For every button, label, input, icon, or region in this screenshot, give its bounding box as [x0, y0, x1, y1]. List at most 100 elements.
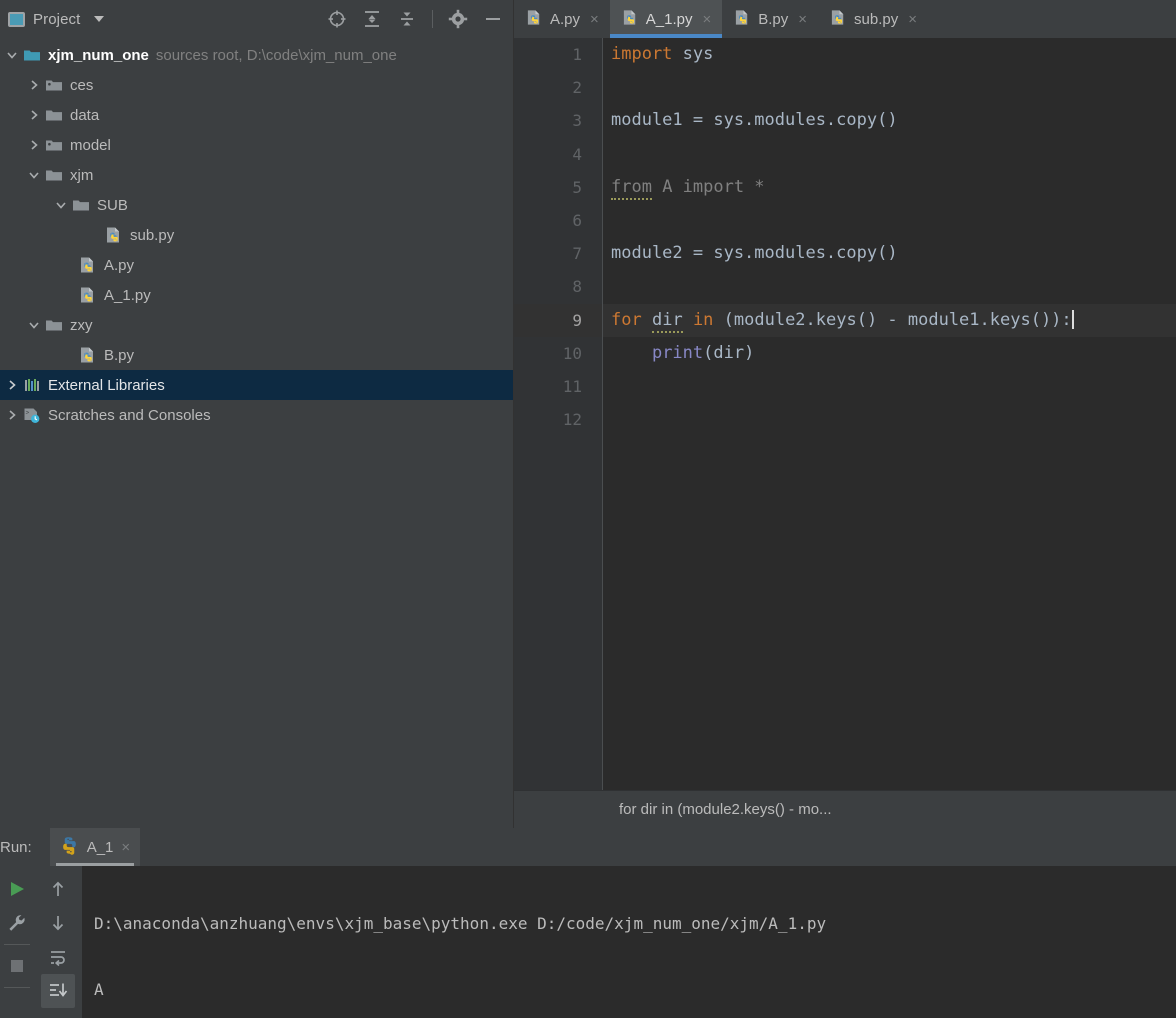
- tree-label: A.py: [104, 256, 135, 274]
- line-number: 7: [572, 244, 582, 264]
- run-panel-body: D:\anaconda\anzhuang\envs\xjm_base\pytho…: [0, 866, 1176, 1018]
- chevron-open-icon[interactable]: [24, 169, 44, 181]
- tree-item-scratches-and-consoles[interactable]: > Scratches and Consoles: [0, 400, 513, 430]
- tree-label: sub.py: [130, 226, 175, 244]
- project-panel-header: Project: [0, 0, 513, 38]
- tree-label: data: [70, 106, 100, 124]
- chevron-open-icon[interactable]: [24, 319, 44, 331]
- svg-text:>: >: [26, 409, 30, 416]
- scroll-to-end-icon[interactable]: [41, 974, 75, 1008]
- scratches-icon: >: [22, 407, 42, 424]
- line-number: 3: [572, 111, 582, 131]
- python-file-icon: [104, 226, 124, 244]
- console-line: D:\anaconda\anzhuang\envs\xjm_base\pytho…: [94, 914, 827, 933]
- run-tab-A_1[interactable]: A_1 ×: [49, 828, 141, 866]
- tree-item-zxy[interactable]: zxy: [0, 310, 513, 340]
- editor-tab-B-py[interactable]: B.py ×: [722, 0, 818, 38]
- chevron-right-icon[interactable]: [24, 79, 44, 91]
- stop-button[interactable]: [0, 949, 34, 983]
- external-libraries-icon: [22, 377, 42, 393]
- chevron-right-icon[interactable]: [24, 109, 44, 121]
- project-title-group[interactable]: Project: [0, 11, 105, 28]
- up-arrow-icon[interactable]: [41, 872, 75, 906]
- chevron-down-icon[interactable]: [94, 16, 105, 22]
- editor-tab-sub-py[interactable]: sub.py ×: [818, 0, 928, 38]
- run-side-toolbar-secondary: [34, 866, 82, 1018]
- run-panel-header: Run: A_1 ×: [0, 828, 1176, 866]
- editor-tab-A-py[interactable]: A.py ×: [514, 0, 610, 38]
- chevron-right-icon[interactable]: [24, 139, 44, 151]
- python-file-icon: [78, 286, 98, 304]
- tree-item-xjm_num_one[interactable]: xjm_num_one sources root, D:\code\xjm_nu…: [0, 40, 513, 70]
- hide-panel-icon[interactable]: [483, 9, 503, 29]
- tree-label: A_1.py: [104, 286, 151, 304]
- console-line: A: [94, 980, 104, 999]
- settings-gear-icon[interactable]: [448, 9, 468, 29]
- close-icon[interactable]: ×: [702, 11, 711, 28]
- folder-icon: [71, 198, 91, 213]
- run-button[interactable]: [0, 872, 34, 906]
- code-line-3: module1 = sys.modules.copy(): [611, 110, 898, 131]
- tree-meta: sources root, D:\code\xjm_num_one: [155, 46, 397, 64]
- code-lines[interactable]: import sys module1 = sys.modules.copy() …: [603, 38, 1176, 790]
- expand-all-icon[interactable]: [362, 9, 382, 29]
- tree-label: model: [70, 136, 111, 154]
- tree-label: External Libraries: [48, 376, 165, 394]
- collapse-all-icon[interactable]: [397, 9, 417, 29]
- line-number: 8: [572, 277, 582, 297]
- folder-icon: [44, 78, 64, 93]
- run-tool-window: Run: A_1 × D:\anaconda\anzhuang\envs\xjm…: [0, 828, 1176, 1018]
- tree-item-model[interactable]: model: [0, 130, 513, 160]
- pycharm-window: Project xjm_num_one sources root, D:\cod…: [0, 0, 1176, 1018]
- run-console-output[interactable]: D:\anaconda\anzhuang\envs\xjm_base\pytho…: [82, 866, 1176, 1018]
- chevron-open-icon[interactable]: [2, 49, 22, 61]
- chevron-open-icon[interactable]: [51, 199, 71, 211]
- python-logo-icon: [60, 836, 79, 859]
- editor-gutter[interactable]: 1 2 3 4 5 6 7 8 9 10 11 12: [514, 38, 603, 790]
- tree-item-data[interactable]: data: [0, 100, 513, 130]
- tree-item-ces[interactable]: ces: [0, 70, 513, 100]
- line-number: 4: [572, 144, 582, 164]
- code-line-10: print(dir): [651, 342, 755, 363]
- down-arrow-icon[interactable]: [41, 906, 75, 940]
- toolbar-separator: [4, 987, 30, 988]
- breadcrumb-label: for dir in (module2.keys() - mo...: [619, 801, 832, 818]
- close-icon[interactable]: ×: [798, 11, 807, 28]
- tree-label: B.py: [104, 346, 135, 364]
- project-window-icon: [8, 11, 25, 27]
- line-number-current: 9: [514, 303, 602, 337]
- tree-item-SUB[interactable]: SUB: [0, 190, 513, 220]
- chevron-right-icon[interactable]: [2, 379, 22, 391]
- close-icon[interactable]: ×: [908, 11, 917, 28]
- tree-item-external-libraries[interactable]: External Libraries: [0, 370, 513, 400]
- line-number: 1: [572, 45, 582, 64]
- python-file-icon: [526, 9, 543, 30]
- wrench-settings-icon[interactable]: [0, 906, 34, 940]
- select-opened-file-icon[interactable]: [327, 9, 347, 29]
- close-icon[interactable]: ×: [121, 839, 130, 856]
- text-caret: [1071, 309, 1074, 329]
- chevron-right-icon[interactable]: [2, 409, 22, 421]
- tree-item-xjm[interactable]: xjm: [0, 160, 513, 190]
- tree-label: ces: [70, 76, 94, 94]
- editor-tab-A_1-py[interactable]: A_1.py ×: [609, 0, 723, 38]
- editor-tab-label: B.py: [758, 10, 789, 28]
- editor-breadcrumb[interactable]: for dir in (module2.keys() - mo...: [514, 790, 1176, 828]
- tree-item-A_1-py[interactable]: A_1.py: [0, 280, 513, 310]
- python-file-icon: [78, 256, 98, 274]
- code-line-5: from A import *: [603, 171, 1176, 204]
- soft-wrap-icon[interactable]: [41, 940, 75, 974]
- tree-item-sub-py[interactable]: sub.py: [0, 220, 513, 250]
- code-editor[interactable]: 1 2 3 4 5 6 7 8 9 10 11 12 import sys mo…: [514, 38, 1176, 790]
- close-icon[interactable]: ×: [590, 11, 599, 28]
- project-panel-toolbar: [327, 0, 503, 38]
- tree-item-A-py[interactable]: A.py: [0, 250, 513, 280]
- editor-tab-label: A_1.py: [645, 10, 693, 28]
- tree-item-B-py[interactable]: B.py: [0, 340, 513, 370]
- python-file-icon: [734, 9, 751, 30]
